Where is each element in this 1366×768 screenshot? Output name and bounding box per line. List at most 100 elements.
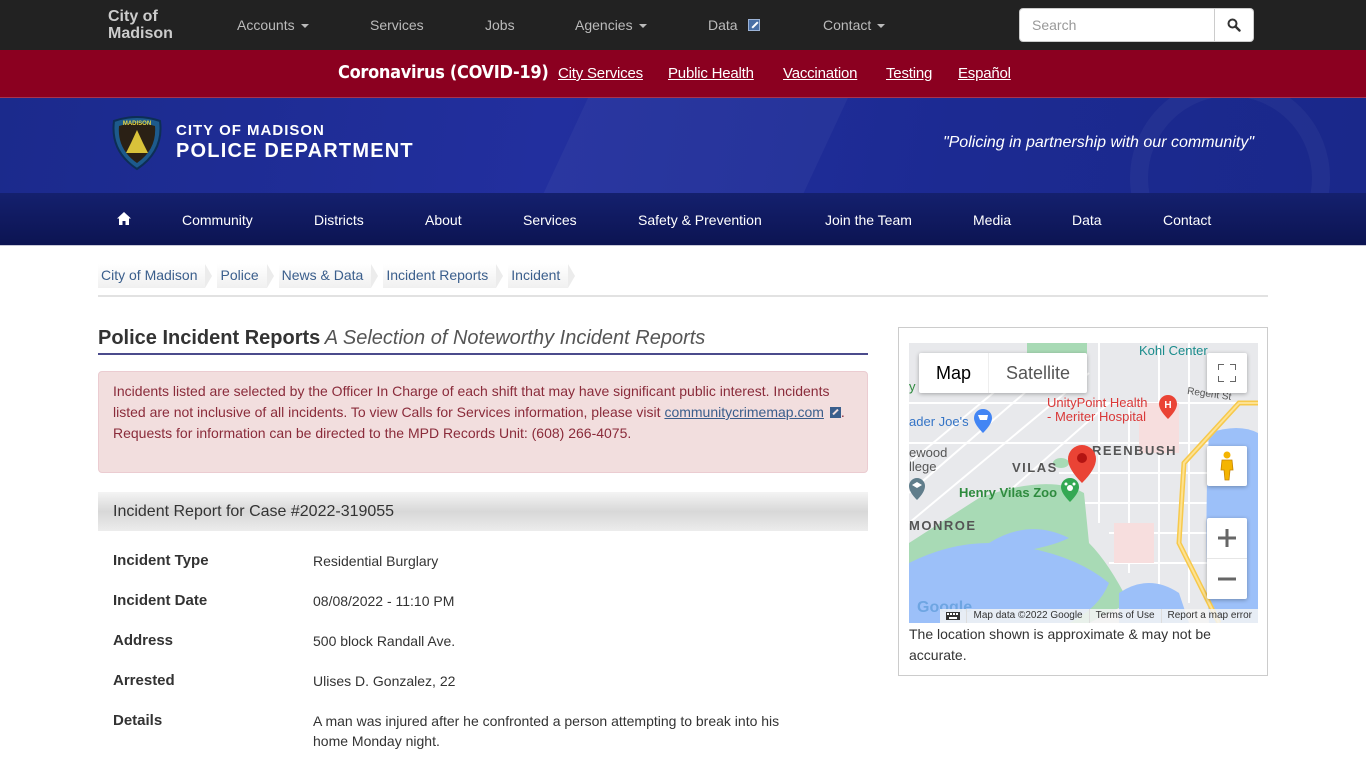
- search-button[interactable]: [1215, 8, 1254, 42]
- topnav-accounts-label: Accounts: [237, 17, 295, 33]
- covid-title[interactable]: Coronavirus (COVID-19): [338, 62, 549, 83]
- field-value-address: 500 block Randall Ave.: [313, 633, 456, 649]
- topnav-services[interactable]: Services: [370, 17, 424, 33]
- breadcrumb-incident[interactable]: Incident: [508, 264, 576, 288]
- topnav-accounts[interactable]: Accounts: [237, 17, 309, 33]
- field-label-incident-type: Incident Type: [113, 552, 209, 569]
- svg-text:H: H: [1164, 400, 1171, 411]
- map-type-control: Map Satellite: [919, 353, 1088, 393]
- topnav-data[interactable]: Data: [708, 17, 760, 33]
- covid-link-public-health[interactable]: Public Health: [668, 65, 754, 82]
- hospital-marker-icon: H: [1159, 395, 1177, 419]
- divider: [98, 295, 1268, 297]
- field-value-arrested: Ulises D. Gonzalez, 22: [313, 673, 456, 689]
- search-form: [1019, 8, 1254, 42]
- madison-police-badge-icon[interactable]: MADISON: [110, 115, 164, 171]
- top-navbar: City of Madison Accounts Services Jobs A…: [0, 0, 1366, 50]
- svg-text:MADISON: MADISON: [123, 121, 151, 127]
- report-map-error-link[interactable]: Report a map error: [1160, 609, 1258, 623]
- nav-districts[interactable]: Districts: [314, 212, 364, 228]
- map-label-y: y: [909, 379, 916, 394]
- map-label-hospital-2: - Meriter Hospital: [1047, 409, 1146, 424]
- nav-data[interactable]: Data: [1072, 212, 1102, 228]
- nav-join-the-team[interactable]: Join the Team: [825, 212, 912, 228]
- field-label-address: Address: [113, 632, 174, 649]
- main-nav: Community Districts About Services Safet…: [0, 193, 1366, 246]
- map-caption: The location shown is approximate & may …: [909, 626, 1211, 663]
- nav-home[interactable]: [117, 212, 131, 228]
- nav-contact[interactable]: Contact: [1163, 212, 1211, 228]
- decorative-shape: [513, 98, 867, 193]
- minus-icon: [1218, 577, 1236, 580]
- map-type-map-button[interactable]: Map: [919, 353, 988, 393]
- department-header: MADISON CITY OF MADISON POLICE DEPARTMEN…: [0, 98, 1366, 193]
- topnav-agencies[interactable]: Agencies: [575, 17, 647, 33]
- covid-banner: Coronavirus (COVID-19) City Services Pub…: [0, 50, 1366, 98]
- caret-down-icon: [300, 24, 309, 29]
- fullscreen-button[interactable]: [1207, 353, 1247, 393]
- nav-media[interactable]: Media: [973, 212, 1011, 228]
- topnav-contact-label: Contact: [823, 17, 872, 33]
- map-data-attribution: Map data ©2022 Google: [966, 609, 1089, 623]
- zoom-out-button[interactable]: [1207, 559, 1247, 599]
- brand-line1: City of: [108, 8, 158, 25]
- covid-link-city-services[interactable]: City Services: [558, 65, 643, 82]
- topnav-agencies-label: Agencies: [575, 17, 633, 33]
- breadcrumb-city-of-madison[interactable]: City of Madison: [98, 264, 214, 288]
- map-label-kohl-center: Kohl Center: [1139, 343, 1208, 358]
- caret-down-icon: [638, 24, 647, 29]
- plus-icon: [1218, 529, 1236, 547]
- pegman-icon: [1220, 451, 1234, 481]
- brand-line2: Madison: [108, 25, 173, 42]
- covid-link-vaccination[interactable]: Vaccination: [783, 65, 857, 82]
- breadcrumb-police[interactable]: Police: [217, 264, 274, 288]
- info-alert: Incidents listed are selected by the Off…: [98, 371, 868, 473]
- map-panel: Kohl Center UnityPoint Health - Meriter …: [898, 327, 1268, 676]
- map-type-satellite-button[interactable]: Satellite: [988, 353, 1087, 393]
- motto: "Policing in partnership with our commun…: [942, 134, 1254, 151]
- google-map[interactable]: Kohl Center UnityPoint Health - Meriter …: [909, 343, 1258, 623]
- zoom-in-button[interactable]: [1207, 519, 1247, 559]
- location-pin-icon[interactable]: [1068, 445, 1096, 483]
- covid-link-espanol[interactable]: Español: [958, 65, 1011, 82]
- map-label-edgewood: ewood: [909, 445, 948, 460]
- topnav-contact[interactable]: Contact: [823, 17, 886, 33]
- caret-down-icon: [877, 24, 886, 29]
- city-brand-link[interactable]: City of Madison: [108, 8, 173, 42]
- breadcrumb-incident-reports[interactable]: Incident Reports: [383, 264, 504, 288]
- field-label-arrested: Arrested: [113, 672, 175, 689]
- nav-services[interactable]: Services: [523, 212, 577, 228]
- topnav-data-label: Data: [708, 17, 738, 33]
- terms-of-use-link[interactable]: Terms of Use: [1088, 609, 1161, 623]
- external-link-icon: [829, 407, 841, 418]
- case-heading: Incident Report for Case #2022-319055: [98, 492, 868, 531]
- map-label-henry-vilas-zoo: Henry Vilas Zoo: [959, 485, 1058, 500]
- search-icon: [1227, 18, 1241, 32]
- field-value-incident-type: Residential Burglary: [313, 553, 439, 569]
- keyboard-shortcuts-button[interactable]: [940, 609, 967, 623]
- breadcrumb: City of Madison Police News & Data Incid…: [98, 264, 580, 288]
- shopping-marker-icon: [974, 409, 992, 433]
- fullscreen-icon: [1218, 364, 1236, 382]
- covid-link-testing[interactable]: Testing: [886, 65, 932, 82]
- school-marker-icon: [909, 478, 925, 500]
- communitycrimemap-link[interactable]: communitycrimemap.com: [664, 404, 823, 420]
- field-value-incident-date: 08/08/2022 - 11:10 PM: [313, 593, 455, 609]
- nav-community[interactable]: Community: [182, 212, 253, 228]
- map-label-greenbush: REENBUSH: [1092, 443, 1177, 458]
- nav-safety-prevention[interactable]: Safety & Prevention: [638, 212, 762, 228]
- map-label-college: llege: [909, 459, 937, 474]
- field-label-details: Details: [113, 712, 163, 729]
- page-title-main: Police Incident Reports: [98, 327, 321, 349]
- zoom-control: [1207, 518, 1247, 599]
- map-label-monroe: MONROE: [909, 518, 977, 533]
- breadcrumb-news-data[interactable]: News & Data: [278, 264, 379, 288]
- search-input[interactable]: [1019, 8, 1215, 42]
- external-data-icon: [747, 19, 760, 31]
- nav-about[interactable]: About: [425, 212, 462, 228]
- topnav-jobs[interactable]: Jobs: [485, 17, 515, 33]
- street-view-pegman[interactable]: [1207, 446, 1247, 486]
- page-subtitle: A Selection of Noteworthy Incident Repor…: [324, 327, 706, 349]
- map-attribution: Map data ©2022 Google Terms of Use Repor…: [909, 609, 1258, 623]
- dept-line2: POLICE DEPARTMENT: [176, 140, 414, 162]
